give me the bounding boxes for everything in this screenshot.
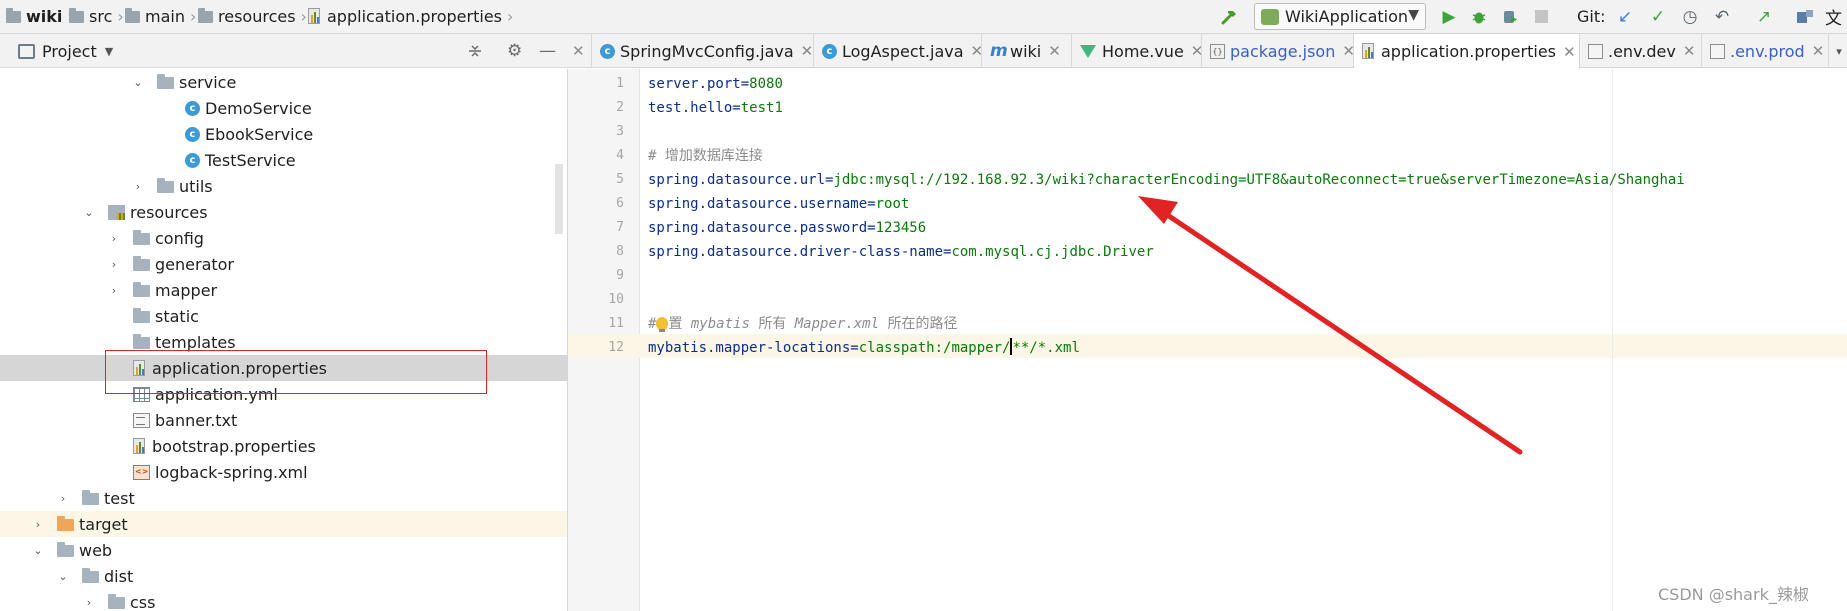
watermark: CSDN @shark_辣椒: [1658, 585, 1809, 604]
annotation-arrow: [1138, 196, 1523, 455]
